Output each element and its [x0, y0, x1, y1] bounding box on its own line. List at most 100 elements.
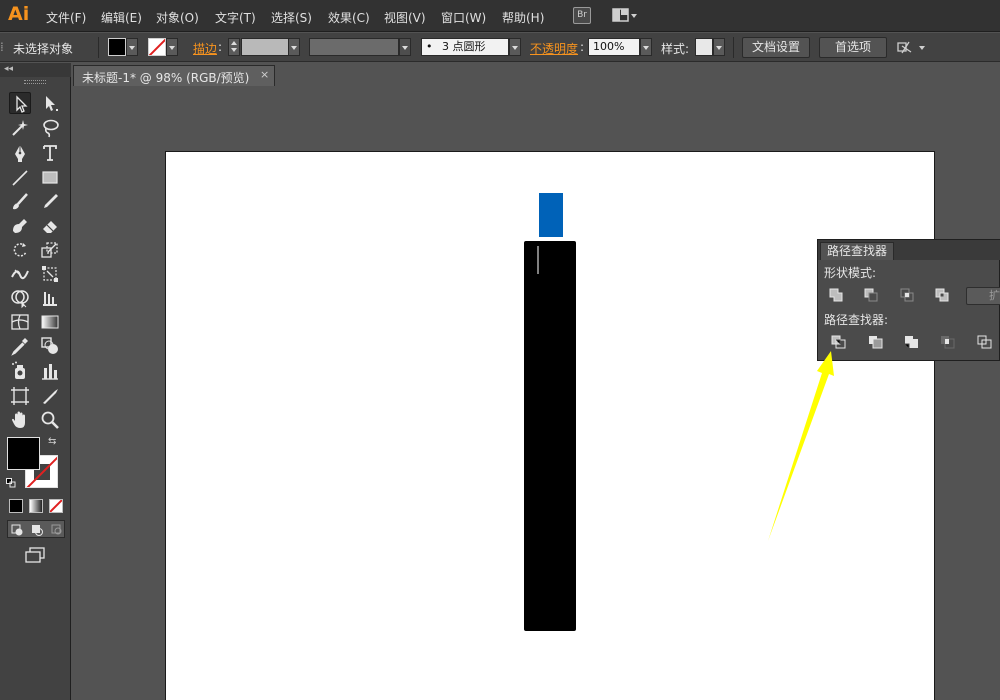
brush-definition-dropdown[interactable]	[509, 38, 521, 56]
divider	[733, 37, 734, 58]
menu-type[interactable]: 文字(T)	[215, 9, 256, 26]
direct-selection-tool[interactable]	[39, 92, 61, 114]
symbol-sprayer-tool[interactable]	[9, 360, 31, 382]
stroke-swatch[interactable]	[148, 38, 166, 56]
isolate-menu-button[interactable]	[897, 40, 927, 56]
document-tab[interactable]: 未标题-1* @ 98% (RGB/预览) ×	[73, 65, 275, 86]
menu-help[interactable]: 帮助(H)	[502, 9, 544, 26]
none-slash-icon	[50, 500, 62, 512]
fill-swatch[interactable]	[108, 38, 126, 56]
stroke-colon: :	[218, 40, 223, 54]
lasso-tool[interactable]	[39, 117, 61, 139]
opacity-dropdown[interactable]	[640, 38, 652, 56]
slice-tool[interactable]	[39, 385, 61, 407]
menu-effect[interactable]: 效果(C)	[328, 9, 370, 26]
paintbrush-tool[interactable]	[9, 191, 31, 213]
magic-wand-tool[interactable]	[9, 117, 31, 139]
menu-edit[interactable]: 编辑(E)	[101, 9, 142, 26]
arrange-documents-button[interactable]	[612, 7, 638, 24]
expand-button[interactable]: 扩展	[966, 287, 1000, 305]
menu-view[interactable]: 视图(V)	[384, 9, 426, 26]
variable-width-profile[interactable]	[309, 38, 399, 56]
shape-builder-tool[interactable]	[9, 287, 31, 309]
blob-brush-tool[interactable]	[9, 215, 31, 237]
stroke-weight-dropdown[interactable]	[288, 38, 300, 56]
collapse-icon[interactable]: ◂◂	[4, 64, 13, 74]
blend-icon	[41, 337, 58, 354]
bridge-button[interactable]: Br	[573, 7, 591, 24]
blend-tool[interactable]	[39, 335, 61, 357]
unite-button[interactable]	[827, 286, 845, 304]
document-setup-button[interactable]: 文档设置	[742, 37, 810, 58]
fill-dropdown[interactable]	[126, 38, 138, 56]
artboard-tool[interactable]	[9, 385, 31, 407]
eyedropper-tool[interactable]	[9, 335, 31, 357]
rotate-icon	[13, 243, 27, 257]
stroke-dropdown[interactable]	[166, 38, 178, 56]
line-segment-tool[interactable]	[9, 167, 31, 189]
width-icon	[11, 269, 29, 280]
tools-panel-header: ◂◂	[0, 63, 71, 77]
trim-button[interactable]	[867, 333, 885, 351]
outline-button[interactable]	[976, 333, 994, 351]
type-tool[interactable]	[39, 142, 61, 164]
opacity-field[interactable]: 100%	[588, 38, 640, 56]
close-icon[interactable]: ×	[260, 68, 269, 81]
fill-color-box[interactable]	[7, 437, 40, 470]
menu-object[interactable]: 对象(O)	[156, 9, 199, 26]
pencil-tool[interactable]	[39, 191, 61, 213]
zoom-tool[interactable]	[39, 409, 61, 431]
intersect-button[interactable]	[898, 286, 916, 304]
minus-front-button[interactable]	[862, 286, 880, 304]
default-fill-stroke-icon[interactable]	[6, 477, 16, 488]
brush-definition-value: 3 点圆形	[442, 40, 486, 53]
pen-cap-rectangle[interactable]	[539, 193, 563, 237]
rectangle-tool[interactable]	[39, 167, 61, 189]
variable-width-dropdown[interactable]	[399, 38, 411, 56]
mesh-tool[interactable]	[9, 311, 31, 333]
pen-tool[interactable]	[9, 142, 31, 164]
column-graph-tool[interactable]	[39, 360, 61, 382]
artboard[interactable]	[165, 151, 935, 700]
width-tool[interactable]	[9, 263, 31, 285]
hand-icon	[12, 411, 25, 428]
crop-button[interactable]	[939, 333, 957, 351]
exclude-button[interactable]	[933, 286, 951, 304]
blob-brush-icon	[13, 219, 27, 233]
graphic-style-swatch[interactable]	[695, 38, 713, 56]
opacity-label[interactable]: 不透明度	[530, 40, 578, 57]
stroke-weight-stepper[interactable]	[228, 38, 240, 56]
stroke-label[interactable]: 描边	[193, 40, 217, 57]
gradient-tool[interactable]	[39, 311, 61, 333]
lasso-icon	[43, 119, 59, 138]
menu-window[interactable]: 窗口(W)	[441, 9, 486, 26]
preferences-button[interactable]: 首选项	[819, 37, 887, 58]
selection-tool[interactable]	[9, 92, 31, 114]
merge-button[interactable]	[903, 333, 921, 351]
menu-select[interactable]: 选择(S)	[271, 9, 312, 26]
gradient-mode-button[interactable]	[29, 499, 43, 513]
color-mode-button[interactable]	[9, 499, 23, 513]
perspective-grid-icon	[43, 292, 57, 306]
swap-fill-stroke-icon[interactable]: ⇆	[48, 436, 56, 447]
screen-mode-button[interactable]	[23, 546, 47, 564]
graphic-style-dropdown[interactable]	[713, 38, 725, 56]
direct-selection-icon	[46, 96, 58, 111]
menu-file[interactable]: 文件(F)	[46, 9, 86, 26]
pathfinder-tab[interactable]: 路径查找器	[820, 242, 895, 260]
free-transform-tool[interactable]	[39, 263, 61, 285]
divide-button[interactable]	[830, 333, 848, 351]
hand-tool[interactable]	[9, 409, 31, 431]
mesh-icon	[11, 314, 29, 330]
grip-icon[interactable]	[24, 80, 46, 84]
rotate-tool[interactable]	[9, 239, 31, 261]
eraser-tool[interactable]	[39, 215, 61, 237]
scale-tool[interactable]	[39, 239, 61, 261]
graph-bar-tool[interactable]	[39, 287, 61, 309]
stroke-weight-field[interactable]	[241, 38, 289, 56]
drawing-modes-group	[7, 520, 65, 538]
none-mode-button[interactable]	[49, 499, 63, 513]
pen-body-rectangle[interactable]	[524, 241, 576, 631]
brush-definition-field[interactable]: • 3 点圆形	[421, 38, 509, 56]
pencil-icon	[44, 194, 58, 208]
